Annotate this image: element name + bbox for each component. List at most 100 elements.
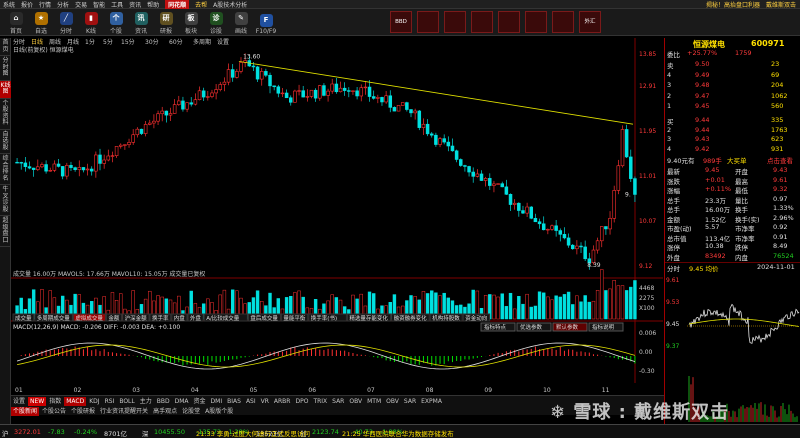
toolbar-right-button-1[interactable] — [417, 11, 439, 33]
indicator-tab[interactable]: MTM — [365, 397, 383, 406]
toolbar-button-14[interactable] — [354, 10, 378, 35]
indicator-tab[interactable]: DMA — [173, 397, 191, 406]
macd-button[interactable]: 指标说明 — [592, 323, 615, 331]
toolbar-button-10[interactable]: F F10/F9 — [254, 10, 278, 35]
period-tab[interactable]: 多周期 — [193, 38, 211, 46]
big-order-link[interactable]: 点击查看 — [767, 155, 793, 165]
indicator-tab[interactable]: EXPMA — [419, 397, 444, 406]
side-tab-3[interactable]: 个股资料 — [0, 99, 11, 130]
indicator-tab[interactable]: 主力 — [138, 397, 154, 406]
toolbar-button-7[interactable]: 板板块 — [179, 10, 203, 35]
menu-item-help[interactable]: 帮助 — [147, 0, 159, 9]
indicator-tab[interactable]: KDJ — [87, 397, 101, 406]
indicator-tab[interactable]: BIAS — [225, 397, 243, 406]
news-tab[interactable]: 个股新闻 — [11, 407, 40, 416]
indicator-tab[interactable]: 指数 — [47, 397, 63, 406]
indicator-tab[interactable]: OBV — [384, 397, 401, 406]
indicator-tab[interactable]: 设置 — [11, 397, 27, 406]
indicator-tab[interactable]: BBD — [155, 397, 172, 406]
toolbar-button-1[interactable]: ★ 自选 — [29, 10, 53, 35]
toolbar-right-button-4[interactable] — [498, 11, 520, 33]
indicator-tab-label[interactable]: 盘后成交量 — [250, 314, 278, 322]
period-tab[interactable]: 设置 — [217, 38, 229, 46]
menu-item-system[interactable]: 系统 — [3, 0, 15, 9]
indicator-tab[interactable]: DMI — [209, 397, 225, 406]
indicator-tab[interactable]: VR — [259, 397, 271, 406]
ticker-news[interactable]: 21:33 李勇:过度大何进行正式反思访问 — [196, 428, 310, 438]
indicator-tab-label[interactable]: 量能平衡 — [283, 314, 306, 322]
toolbar-button-8[interactable]: 诊诊股 — [204, 10, 228, 35]
indicator-tab[interactable]: TRIX — [311, 397, 329, 406]
toolbar-right-button-7[interactable]: 外汇 — [579, 11, 601, 33]
toolbar-button-12[interactable] — [304, 10, 328, 35]
toolbar-right-button-3[interactable] — [471, 11, 493, 33]
menu-mode[interactable]: 去帮 — [195, 0, 207, 9]
side-tab-1[interactable]: 分时图 — [0, 56, 11, 81]
indicator-tab-label[interactable]: 融资融券变化 — [394, 314, 428, 322]
macd-button[interactable]: 指标特点 — [484, 323, 507, 331]
toolbar-button-3[interactable]: ▮ K线 — [79, 10, 103, 35]
big-order-c[interactable]: 大买单 — [727, 155, 747, 165]
toolbar-button-13[interactable] — [329, 10, 353, 35]
indicator-tab-label[interactable]: 换手率(书) — [311, 314, 337, 322]
indicator-tab[interactable]: BOLL — [117, 397, 136, 406]
indicator-tab-label[interactable]: 资金动向 — [465, 314, 487, 322]
indicator-tab-label[interactable]: 换手率 — [152, 314, 169, 322]
news-tab[interactable]: 论股堂 — [180, 407, 202, 416]
toolbar-right-button-6[interactable] — [552, 11, 574, 33]
menu-item-quote[interactable]: 报价 — [21, 0, 33, 9]
indicator-tab[interactable]: MACD — [64, 397, 87, 406]
toolbar-button-4[interactable]: 个个股 — [104, 10, 128, 35]
indicator-tab[interactable]: RSI — [103, 397, 117, 406]
toolbar-right-button-5[interactable] — [525, 11, 547, 33]
indicator-tab[interactable]: SAR — [330, 397, 346, 406]
toolbar-right-button-0[interactable]: BBD — [390, 11, 412, 33]
indicator-tab[interactable]: ARBR — [272, 397, 293, 406]
toolbar-button-11[interactable] — [279, 10, 303, 35]
menu-item-news[interactable]: 资讯 — [129, 0, 141, 9]
hot-link-1[interactable]: 揭秘！高抬盘口利器 — [706, 0, 760, 9]
indicator-tab-label[interactable]: 机构持股数 — [432, 314, 460, 322]
period-tab[interactable]: 月线 — [67, 38, 79, 46]
indicator-tab-label[interactable]: 虚拟成交量 — [75, 314, 103, 322]
period-tab[interactable]: 30分 — [145, 38, 159, 46]
toolbar-button-0[interactable]: ⌂ 首页 — [4, 10, 28, 35]
news-tab[interactable]: 高手观点 — [151, 407, 179, 416]
menu-item-market[interactable]: 行情 — [39, 0, 51, 9]
period-tab[interactable]: 周线 — [49, 38, 61, 46]
indicator-tab-label[interactable]: 沪深金额 — [125, 314, 148, 322]
menu-item-analysis[interactable]: 分析 — [57, 0, 69, 9]
indicator-tab-label[interactable]: A/比较成交量 — [206, 314, 240, 322]
indicator-tab[interactable]: 资金 — [192, 397, 208, 406]
macd-button[interactable]: 默认参数 — [556, 323, 579, 331]
period-tab[interactable]: 60分 — [169, 38, 183, 46]
side-tab-2[interactable]: K线图 — [0, 80, 11, 99]
ticker-news[interactable]: 21:25 华西医院联合华为数据存储发布 — [342, 428, 454, 438]
period-tab[interactable]: 15分 — [121, 38, 135, 46]
side-tab-6[interactable]: 牛叉诊股 — [0, 185, 11, 216]
menu-item-tools[interactable]: 工具 — [111, 0, 123, 9]
indicator-tab-label[interactable]: 外盘 — [190, 314, 202, 322]
news-tab[interactable]: 个股公告 — [40, 407, 68, 416]
news-tab[interactable]: A股版个股 — [203, 407, 235, 416]
menu-item-trade[interactable]: 交易 — [75, 0, 87, 9]
period-tab[interactable]: 5分 — [103, 38, 113, 46]
news-tab[interactable]: 行业资讯提醒开关 — [98, 407, 150, 416]
indicator-tab[interactable]: SAR — [402, 397, 418, 406]
toolbar-button-5[interactable]: 讯资讯 — [129, 10, 153, 35]
indicator-tab-label[interactable]: 精选量存能变化 — [349, 314, 388, 322]
news-tab[interactable]: 个股研报 — [69, 407, 97, 416]
indicator-tab[interactable]: ASI — [244, 397, 258, 406]
indicator-tab[interactable]: NEW — [28, 397, 47, 406]
macd-button[interactable]: 优选参数 — [520, 323, 543, 331]
side-tab-4[interactable]: 自选股 — [0, 130, 11, 154]
period-tab[interactable]: 1分 — [85, 38, 95, 46]
period-tab[interactable]: 日线 — [31, 38, 43, 46]
indicator-tab-label[interactable]: 内盘 — [174, 314, 186, 322]
toolbar-button-2[interactable]: ╱ 分时 — [54, 10, 78, 35]
side-tab-0[interactable]: 首页 — [0, 38, 11, 56]
indicator-tab-label[interactable]: 多周期成交量 — [37, 314, 71, 322]
period-tab[interactable]: 分时 — [13, 38, 25, 46]
toolbar-button-9[interactable]: ✎ 画线 — [229, 10, 253, 35]
toolbar-right-button-2[interactable] — [444, 11, 466, 33]
